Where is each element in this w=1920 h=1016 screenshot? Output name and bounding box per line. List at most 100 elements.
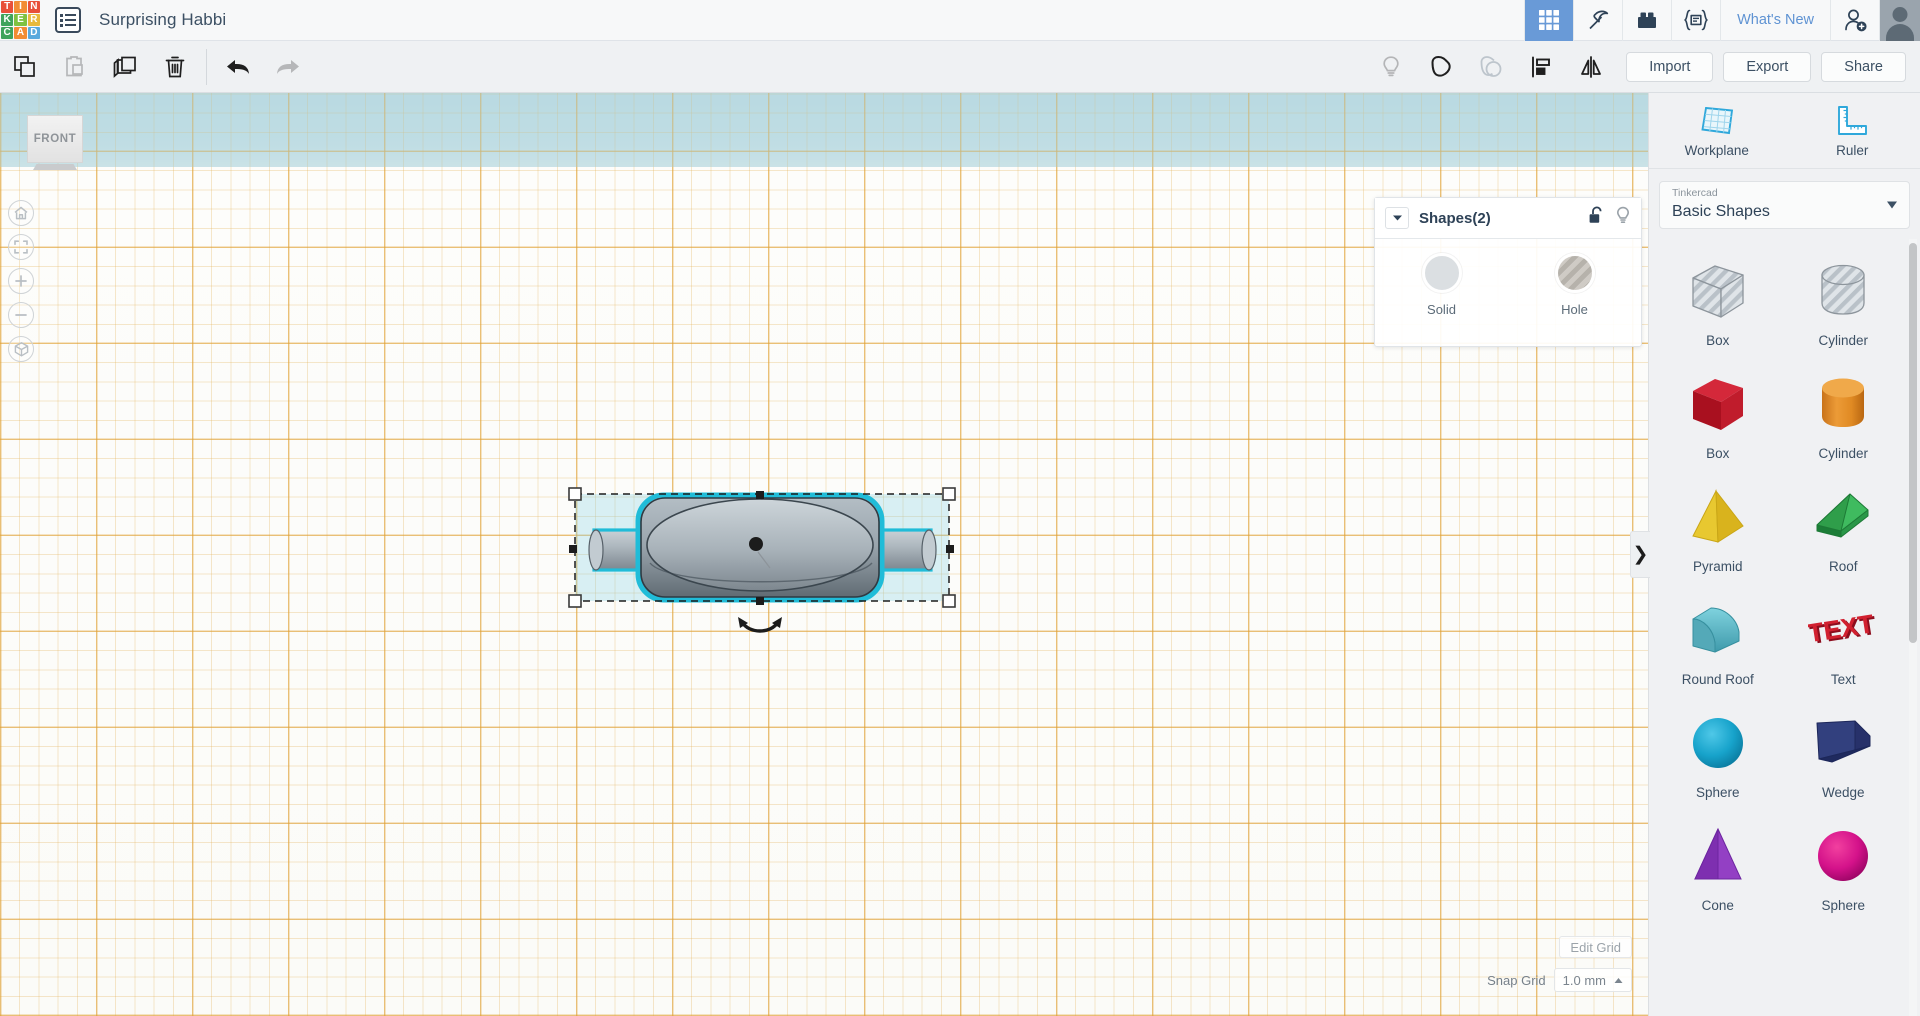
page-title: Surprising Habbi — [99, 10, 227, 29]
shape-label: Roof — [1828, 559, 1858, 574]
design-viewport[interactable]: FRONT Shapes(2) Solid Hole Edit Grid Sna… — [0, 93, 1648, 1016]
duplicate-button[interactable] — [100, 41, 150, 93]
delete-button[interactable] — [150, 41, 200, 93]
shape-item-sphere-magenta[interactable]: Sphere — [1781, 808, 1907, 921]
solid-swatch[interactable]: Solid — [1375, 253, 1508, 317]
chevron-down-icon — [1887, 201, 1897, 209]
scrollbar-thumb[interactable] — [1909, 243, 1917, 643]
logo-cell-7: A — [14, 27, 27, 40]
collapse-panel-chevron-icon[interactable]: ❯ — [1630, 531, 1650, 578]
cylinder-icon — [1810, 368, 1876, 440]
add-user-icon[interactable] — [1830, 0, 1879, 41]
share-button[interactable]: Share — [1821, 51, 1906, 82]
sphere-icon — [1685, 707, 1751, 779]
shape-label: Text — [1830, 672, 1856, 687]
solid-swatch-label: Solid — [1427, 302, 1456, 317]
avatar[interactable] — [1879, 0, 1920, 41]
pickaxe-icon[interactable] — [1573, 0, 1622, 41]
shape-item-cylinder[interactable]: Cylinder — [1781, 356, 1907, 469]
designs-grid-icon[interactable] — [1524, 0, 1574, 41]
logo-cell-2: N — [27, 0, 40, 13]
round-roof-icon — [1685, 594, 1751, 666]
shape-library-scroll-area[interactable]: Box Cylinder Box Cylinder Pyramid Roof R… — [1649, 239, 1920, 1016]
shapes-sidebar: Workplane Ruler Tinkercad Basic Shapes B… — [1648, 93, 1920, 1016]
logo-cell-4: E — [14, 13, 27, 27]
shapes-inspector-panel[interactable]: Shapes(2) Solid Hole — [1374, 197, 1642, 347]
logo-cell-6: C — [1, 27, 14, 40]
shape-label: Sphere — [1821, 898, 1866, 913]
shape-item-cone[interactable]: Cone — [1655, 808, 1781, 921]
pyramid-icon — [1685, 481, 1751, 553]
cylinder-hole-icon — [1810, 255, 1876, 327]
app-header: T I N K E R C A D Surprising Habbi What'… — [0, 0, 1920, 41]
mirror-button[interactable] — [1566, 41, 1616, 93]
list-menu-icon[interactable] — [55, 7, 81, 33]
export-button[interactable]: Export — [1723, 51, 1812, 82]
shapes-panel-body: Solid Hole — [1375, 239, 1641, 317]
shape-label: Round Roof — [1681, 672, 1754, 687]
snap-grid-value-text: 1.0 mm — [1562, 972, 1606, 988]
toolbar-divider — [206, 48, 207, 85]
wedge-icon — [1810, 707, 1876, 779]
group-button[interactable] — [1416, 41, 1466, 93]
cone-icon — [1685, 820, 1751, 892]
text-icon: TEXT TEXT — [1808, 594, 1878, 666]
copy-button[interactable] — [0, 41, 50, 93]
chevron-down-icon[interactable] — [1385, 207, 1409, 229]
ruler-label: Ruler — [1836, 142, 1869, 158]
shape-item-cylinder-hole[interactable]: Cylinder — [1781, 243, 1907, 356]
shape-label: Box — [1706, 446, 1730, 461]
shape-label: Box — [1706, 333, 1730, 348]
ruler-tool[interactable]: Ruler — [1785, 93, 1920, 168]
workplane-tool[interactable]: Workplane — [1649, 93, 1785, 168]
paste-button[interactable] — [50, 41, 100, 93]
light-bulb-button[interactable] — [1366, 41, 1416, 93]
rotation-handle[interactable] — [738, 617, 782, 633]
shapes-panel-header: Shapes(2) — [1375, 198, 1641, 239]
ungroup-button[interactable] — [1466, 41, 1516, 93]
logo-cell-8: D — [27, 27, 40, 40]
box-hole-icon — [1685, 255, 1751, 327]
box-icon — [1685, 368, 1751, 440]
whats-new-link[interactable]: What's New — [1720, 0, 1830, 41]
import-button[interactable]: Import — [1626, 51, 1714, 82]
shape-item-roof[interactable]: Roof — [1781, 469, 1907, 582]
light-bulb-icon[interactable] — [1615, 206, 1631, 230]
ruler-icon — [1838, 105, 1868, 135]
hole-swatch[interactable]: Hole — [1508, 253, 1641, 317]
library-name-label: Basic Shapes — [1672, 203, 1770, 221]
shape-label: Cylinder — [1818, 446, 1869, 461]
redo-button[interactable] — [263, 41, 313, 93]
shape-item-box[interactable]: Box — [1655, 356, 1781, 469]
shape-item-round-roof[interactable]: Round Roof — [1655, 582, 1781, 695]
shape-item-box-hole[interactable]: Box — [1655, 243, 1781, 356]
shape-label: Cylinder — [1818, 333, 1869, 348]
snap-grid-label: Snap Grid — [1487, 972, 1546, 988]
sphere-icon — [1810, 820, 1876, 892]
svg-text:TEXT: TEXT — [1808, 608, 1876, 648]
shape-label: Sphere — [1695, 785, 1740, 800]
shapes-panel-actions — [1588, 206, 1631, 230]
edit-grid-button[interactable]: Edit Grid — [1559, 936, 1632, 958]
shape-item-pyramid[interactable]: Pyramid — [1655, 469, 1781, 582]
shape-label: Wedge — [1821, 785, 1865, 800]
shape-item-wedge[interactable]: Wedge — [1781, 695, 1907, 808]
shape-library-grid: Box Cylinder Box Cylinder Pyramid Roof R… — [1649, 239, 1920, 921]
workplane-ruler-row: Workplane Ruler — [1649, 93, 1920, 169]
align-button[interactable] — [1516, 41, 1566, 93]
codeblocks-icon[interactable] — [1671, 0, 1720, 41]
toolbar-right-group: Import Export Share — [1366, 41, 1920, 93]
logo-cell-0: T — [1, 0, 14, 13]
undo-button[interactable] — [213, 41, 263, 93]
tinkercad-logo[interactable]: T I N K E R C A D — [0, 0, 41, 41]
shape-library-dropdown[interactable]: Tinkercad Basic Shapes — [1659, 181, 1910, 229]
shape-item-sphere[interactable]: Sphere — [1655, 695, 1781, 808]
shape-item-text[interactable]: TEXT TEXT Text — [1781, 582, 1907, 695]
shape-label: Cone — [1701, 898, 1734, 913]
logo-cell-3: K — [1, 13, 14, 27]
unlocked-padlock-icon[interactable] — [1588, 206, 1605, 230]
snap-grid-control: Snap Grid 1.0 mm — [1487, 968, 1632, 992]
snap-grid-dropdown[interactable]: 1.0 mm — [1553, 968, 1632, 992]
chevron-up-icon — [1614, 977, 1623, 983]
lego-brick-icon[interactable] — [1622, 0, 1671, 41]
